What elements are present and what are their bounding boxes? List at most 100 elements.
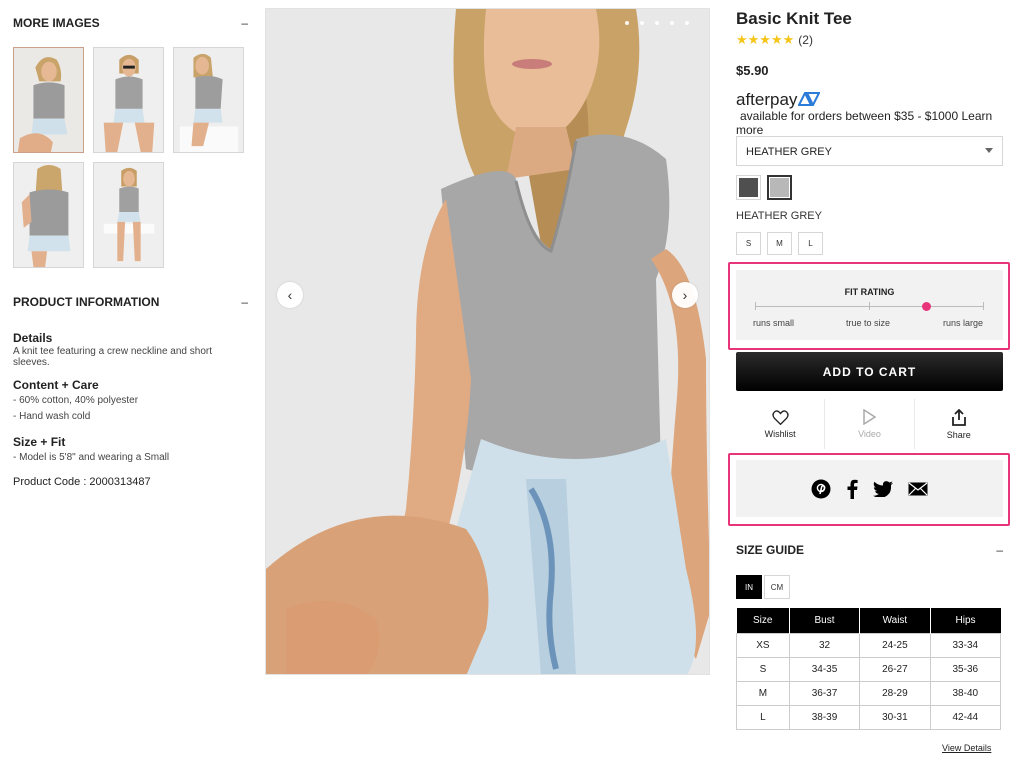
table-cell: XS (736, 632, 790, 658)
review-count[interactable]: (2) (798, 33, 813, 47)
share-button[interactable]: Share (915, 399, 1003, 449)
table-cell: 33-34 (929, 632, 1002, 658)
product-photo (266, 9, 709, 674)
table-cell: 38-40 (929, 680, 1002, 706)
size-options: S M L (736, 232, 823, 255)
thumbnail-5[interactable] (93, 162, 164, 268)
column-header: Bust (789, 608, 861, 633)
carousel-dot[interactable] (685, 21, 689, 25)
color-swatches (736, 175, 792, 200)
fit-rating: FIT RATING runs small true to size runs … (736, 270, 1003, 340)
unit-cm-button[interactable]: CM (764, 575, 790, 599)
add-to-cart-button[interactable]: ADD TO CART (736, 352, 1003, 391)
table-cell: 24-25 (859, 632, 931, 658)
size-s-button[interactable]: S (736, 232, 761, 255)
size-l-button[interactable]: L (798, 232, 823, 255)
column-header: Size (736, 608, 790, 633)
share-icon (951, 408, 966, 426)
social-share-bar (736, 460, 1003, 517)
product-information-title: PRODUCT INFORMATION (13, 295, 160, 309)
carousel-dot[interactable] (655, 21, 659, 25)
table-row: S 34-35 26-27 35-36 (736, 656, 1002, 682)
collapse-icon[interactable]: – (241, 16, 248, 30)
wishlist-button[interactable]: Wishlist (736, 399, 826, 449)
carousel-dot[interactable] (625, 21, 629, 25)
product-price: $5.90 (736, 63, 769, 78)
more-images-header[interactable]: MORE IMAGES – (13, 16, 248, 30)
thumbnail-1[interactable] (13, 47, 84, 153)
main-product-image: ‹ › (265, 8, 710, 675)
thumbnail-2[interactable] (93, 47, 164, 153)
more-images-title: MORE IMAGES (13, 16, 100, 30)
fit-label-true: true to size (846, 318, 891, 328)
swatch-heather-grey[interactable] (767, 175, 792, 200)
size-m-button[interactable]: M (767, 232, 792, 255)
details-section: Details A knit tee featuring a crew neck… (13, 331, 233, 368)
table-cell: 28-29 (859, 680, 931, 706)
table-cell: S (736, 656, 790, 682)
fit-tick (983, 302, 984, 310)
table-cell: M (736, 680, 790, 706)
thumbnail-3[interactable] (173, 47, 244, 153)
fit-tick (869, 302, 870, 310)
fit-label-small: runs small (753, 318, 795, 328)
table-cell: 35-36 (929, 656, 1002, 682)
content-care-title: Content + Care (13, 378, 99, 392)
thumbnail-4[interactable] (13, 162, 84, 268)
video-button[interactable]: Video (825, 399, 915, 449)
table-cell: 32 (788, 632, 861, 658)
play-icon (863, 409, 877, 425)
previous-image-button[interactable]: ‹ (277, 282, 303, 308)
table-cell: 38-39 (788, 704, 861, 730)
size-fit-item: - Model is 5'8" and wearing a Small (13, 452, 170, 463)
email-icon[interactable] (908, 482, 928, 496)
table-row: M 36-37 28-29 38-40 (736, 680, 1002, 706)
collapse-icon[interactable]: – (996, 543, 1003, 557)
column-header: Waist (859, 608, 931, 633)
table-cell: 42-44 (929, 704, 1002, 730)
size-guide-header[interactable]: SIZE GUIDE – (736, 543, 1003, 557)
table-row: L 38-39 30-31 42-44 (736, 704, 1002, 730)
size-guide-title: SIZE GUIDE (736, 543, 805, 557)
chevron-down-icon (985, 148, 993, 153)
video-label: Video (858, 429, 881, 439)
product-actions: Wishlist Video Share (736, 399, 1003, 449)
table-cell: L (736, 704, 790, 730)
afterpay-arrows-icon (797, 90, 822, 109)
swatch-charcoal[interactable] (736, 175, 761, 200)
afterpay-text[interactable]: available for orders between $35 - $1000… (736, 109, 1002, 137)
table-row: XS 32 24-25 33-34 (736, 632, 1002, 658)
rating[interactable]: ★★★★★ (2) (736, 32, 813, 48)
carousel-dots (625, 21, 689, 25)
unit-toggle: IN CM (736, 575, 790, 599)
next-image-button[interactable]: › (672, 282, 698, 308)
product-information: Details A knit tee featuring a crew neck… (13, 331, 233, 488)
unit-in-button[interactable]: IN (736, 575, 762, 599)
size-guide-table: Size Bust Waist Hips XS 32 24-25 33-34 S… (736, 608, 1002, 730)
content-care-section: Content + Care - 60% cotton, 40% polyest… (13, 378, 233, 425)
size-fit-title: Size + Fit (13, 435, 66, 449)
afterpay-brand: afterpay (736, 90, 798, 109)
table-cell: 34-35 (788, 656, 861, 682)
selected-color-label: HEATHER GREY (736, 210, 822, 222)
carousel-dot[interactable] (640, 21, 644, 25)
facebook-icon[interactable] (846, 479, 858, 499)
twitter-icon[interactable] (873, 480, 893, 497)
fit-tick (755, 302, 756, 310)
fit-label-large: runs large (943, 318, 984, 328)
table-cell: 36-37 (788, 680, 861, 706)
collapse-icon[interactable]: – (241, 295, 248, 309)
fit-rating-title: FIT RATING (844, 287, 895, 297)
chevron-left-icon: ‹ (287, 287, 293, 303)
carousel-dot[interactable] (670, 21, 674, 25)
table-cell: 26-27 (859, 656, 931, 682)
wishlist-label: Wishlist (764, 428, 796, 439)
heart-icon (771, 409, 789, 425)
color-select-value: HEATHER GREY (746, 146, 832, 158)
content-item: - Hand wash cold (13, 411, 91, 422)
product-code: Product Code : 2000313487 (13, 476, 151, 488)
product-information-header[interactable]: PRODUCT INFORMATION – (13, 295, 248, 309)
color-select[interactable]: HEATHER GREY (736, 136, 1003, 166)
view-details-link[interactable]: View Details (942, 743, 991, 753)
pinterest-icon[interactable] (811, 479, 831, 499)
